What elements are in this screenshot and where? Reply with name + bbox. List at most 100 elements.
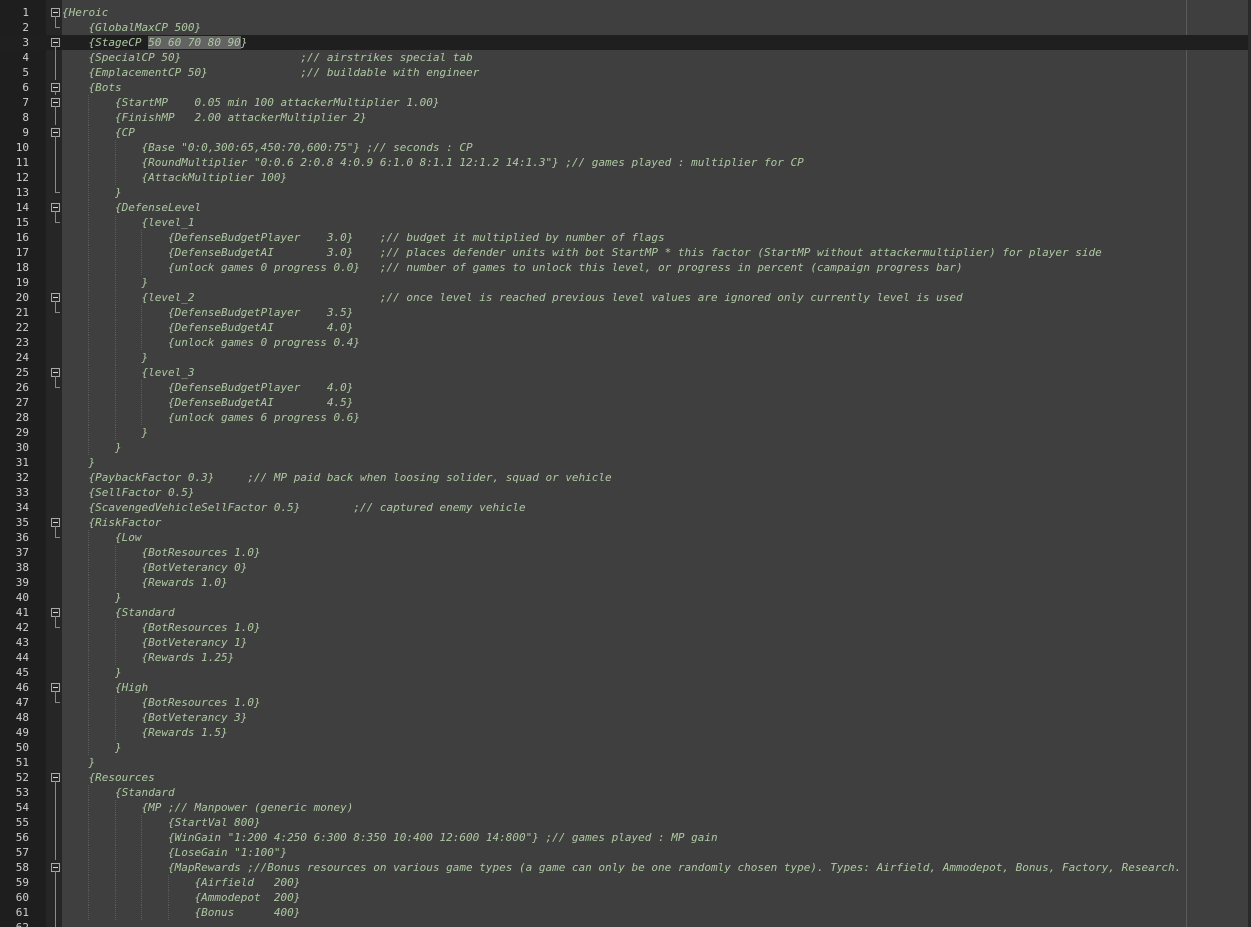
- code-line[interactable]: 51 }: [0, 755, 1251, 770]
- code-line[interactable]: 37 {BotResources 1.0}: [0, 545, 1251, 560]
- code-text[interactable]: {MP ;// Manpower (generic money): [62, 800, 353, 815]
- code-line[interactable]: 47 {BotResources 1.0}: [0, 695, 1251, 710]
- code-text[interactable]: {MapRewards ;//Bonus resources on variou…: [62, 860, 1181, 875]
- code-text[interactable]: }: [62, 665, 122, 680]
- code-line[interactable]: 9 {CP: [0, 125, 1251, 140]
- code-text[interactable]: {Bonus 400}: [62, 905, 300, 920]
- code-line[interactable]: 3 {StageCP 50 60 70 80 90}: [0, 35, 1251, 50]
- text-selection[interactable]: 50 60 70 80 90: [148, 36, 241, 49]
- code-line[interactable]: 45 }: [0, 665, 1251, 680]
- code-text[interactable]: {BotResources 1.0}: [62, 545, 260, 560]
- code-text[interactable]: {BotVeterancy 1}: [62, 635, 247, 650]
- code-text[interactable]: {SellFactor 0.5}: [62, 485, 194, 500]
- code-text[interactable]: {Airfield 200}: [62, 875, 300, 890]
- code-text[interactable]: {High: [62, 680, 148, 695]
- code-line[interactable]: 41 {Standard: [0, 605, 1251, 620]
- code-text[interactable]: {Base "0:0,300:65,450:70,600:75"} ;// se…: [62, 140, 472, 155]
- code-text[interactable]: {StartVal 800}: [62, 815, 261, 830]
- code-text[interactable]: {StageCP 50 60 70 80 90}: [62, 35, 247, 50]
- code-text[interactable]: {Standard: [62, 785, 175, 800]
- code-text[interactable]: {PaybackFactor 0.3} ;// MP paid back whe…: [62, 470, 611, 485]
- code-text[interactable]: {DefenseBudgetPlayer 3.5}: [62, 305, 353, 320]
- code-line[interactable]: 2 {GlobalMaxCP 500}: [0, 20, 1251, 35]
- code-line[interactable]: 34 {ScavengedVehicleSellFactor 0.5} ;// …: [0, 500, 1251, 515]
- code-line[interactable]: 4 {SpecialCP 50} ;// airstrikes special …: [0, 50, 1251, 65]
- code-line[interactable]: 62: [0, 920, 1251, 927]
- code-text[interactable]: {Rewards 1.5}: [62, 725, 227, 740]
- code-text[interactable]: }: [62, 740, 122, 755]
- code-text[interactable]: {SpecialCP 50} ;// airstrikes special ta…: [62, 50, 472, 65]
- code-text[interactable]: {Low: [62, 530, 142, 545]
- code-text[interactable]: {unlock games 0 progress 0.4}: [62, 335, 360, 350]
- code-line[interactable]: 15 {level_1: [0, 215, 1251, 230]
- code-line[interactable]: 35 {RiskFactor: [0, 515, 1251, 530]
- code-line[interactable]: 43 {BotVeterancy 1}: [0, 635, 1251, 650]
- code-text[interactable]: {EmplacementCP 50} ;// buildable with en…: [62, 65, 479, 80]
- code-text[interactable]: {BotVeterancy 3}: [62, 710, 247, 725]
- code-line[interactable]: 19 }: [0, 275, 1251, 290]
- text-area[interactable]: 1 {Heroic 2 {GlobalMaxCP 500} 3 {StageCP 50…: [0, 5, 1251, 927]
- code-line[interactable]: 42 {BotResources 1.0}: [0, 620, 1251, 635]
- code-line[interactable]: 44 {Rewards 1.25}: [0, 650, 1251, 665]
- code-text[interactable]: }: [62, 440, 122, 455]
- code-line[interactable]: 40 }: [0, 590, 1251, 605]
- code-line[interactable]: 16 {DefenseBudgetPlayer 3.0} ;// budget …: [0, 230, 1251, 245]
- code-text[interactable]: {Heroic: [62, 5, 108, 20]
- code-line[interactable]: 57 {LoseGain "1:100"}: [0, 845, 1251, 860]
- code-line[interactable]: 61 {Bonus 400}: [0, 905, 1251, 920]
- code-line[interactable]: 10 {Base "0:0,300:65,450:70,600:75"} ;//…: [0, 140, 1251, 155]
- code-editor[interactable]: 1 {Heroic 2 {GlobalMaxCP 500} 3 {StageCP 50…: [0, 0, 1251, 927]
- code-text[interactable]: {Rewards 1.0}: [62, 575, 227, 590]
- code-line[interactable]: 6 {Bots: [0, 80, 1251, 95]
- code-text[interactable]: {DefenseLevel: [62, 200, 201, 215]
- code-text[interactable]: }: [62, 275, 148, 290]
- code-text[interactable]: {DefenseBudgetAI 4.5}: [62, 395, 353, 410]
- code-text[interactable]: }: [62, 755, 95, 770]
- code-text[interactable]: {AttackMultiplier 100}: [62, 170, 287, 185]
- code-line[interactable]: 53 {Standard: [0, 785, 1251, 800]
- code-line[interactable]: 27 {DefenseBudgetAI 4.5}: [0, 395, 1251, 410]
- code-text[interactable]: {WinGain "1:200 4:250 6:300 8:350 10:400…: [62, 830, 718, 845]
- code-line[interactable]: 55 {StartVal 800}: [0, 815, 1251, 830]
- code-text[interactable]: {BotResources 1.0}: [62, 695, 260, 710]
- code-text[interactable]: {unlock games 6 progress 0.6}: [62, 410, 360, 425]
- code-text[interactable]: {Resources: [62, 770, 154, 785]
- code-text[interactable]: {GlobalMaxCP 500}: [62, 20, 201, 35]
- code-line[interactable]: 46 {High: [0, 680, 1251, 695]
- code-line[interactable]: 30 }: [0, 440, 1251, 455]
- code-text[interactable]: {FinishMP 2.00 attackerMultiplier 2}: [62, 110, 367, 125]
- code-text[interactable]: }: [62, 185, 122, 200]
- code-text[interactable]: {DefenseBudgetPlayer 3.0} ;// budget it …: [62, 230, 665, 245]
- code-text[interactable]: {level_1: [62, 215, 194, 230]
- code-line[interactable]: 31 }: [0, 455, 1251, 470]
- code-text[interactable]: }: [62, 425, 148, 440]
- code-line[interactable]: 13 }: [0, 185, 1251, 200]
- code-text[interactable]: {BotVeterancy 0}: [62, 560, 247, 575]
- code-line[interactable]: 5 {EmplacementCP 50} ;// buildable with …: [0, 65, 1251, 80]
- code-line[interactable]: 48 {BotVeterancy 3}: [0, 710, 1251, 725]
- code-text[interactable]: {level_2 ;// once level is reached previ…: [62, 290, 962, 305]
- code-line[interactable]: 11 {RoundMultiplier "0:0.6 2:0.8 4:0.9 6…: [0, 155, 1251, 170]
- code-line[interactable]: 7 {StartMP 0.05 min 100 attackerMultipli…: [0, 95, 1251, 110]
- code-line[interactable]: 36 {Low: [0, 530, 1251, 545]
- code-text[interactable]: {CP: [62, 125, 135, 140]
- code-text[interactable]: }: [62, 590, 122, 605]
- code-line[interactable]: 29 }: [0, 425, 1251, 440]
- code-line[interactable]: 20 {level_2 ;// once level is reached pr…: [0, 290, 1251, 305]
- code-text[interactable]: {unlock games 0 progress 0.0} ;// number…: [62, 260, 963, 275]
- code-line[interactable]: 28 {unlock games 6 progress 0.6}: [0, 410, 1251, 425]
- code-text[interactable]: {LoseGain "1:100"}: [62, 845, 287, 860]
- code-line[interactable]: 22 {DefenseBudgetAI 4.0}: [0, 320, 1251, 335]
- code-line[interactable]: 26 {DefenseBudgetPlayer 4.0}: [0, 380, 1251, 395]
- code-line[interactable]: 32 {PaybackFactor 0.3} ;// MP paid back …: [0, 470, 1251, 485]
- code-line[interactable]: 59 {Airfield 200}: [0, 875, 1251, 890]
- code-text[interactable]: }: [62, 455, 95, 470]
- code-line[interactable]: 33 {SellFactor 0.5}: [0, 485, 1251, 500]
- code-line[interactable]: 52 {Resources: [0, 770, 1251, 785]
- code-line[interactable]: 1 {Heroic: [0, 5, 1251, 20]
- code-text[interactable]: {Standard: [62, 605, 175, 620]
- code-line[interactable]: 60 {Ammodepot 200}: [0, 890, 1251, 905]
- code-line[interactable]: 25 {level_3: [0, 365, 1251, 380]
- code-line[interactable]: 58 {MapRewards ;//Bonus resources on var…: [0, 860, 1251, 875]
- code-text[interactable]: {RiskFactor: [62, 515, 161, 530]
